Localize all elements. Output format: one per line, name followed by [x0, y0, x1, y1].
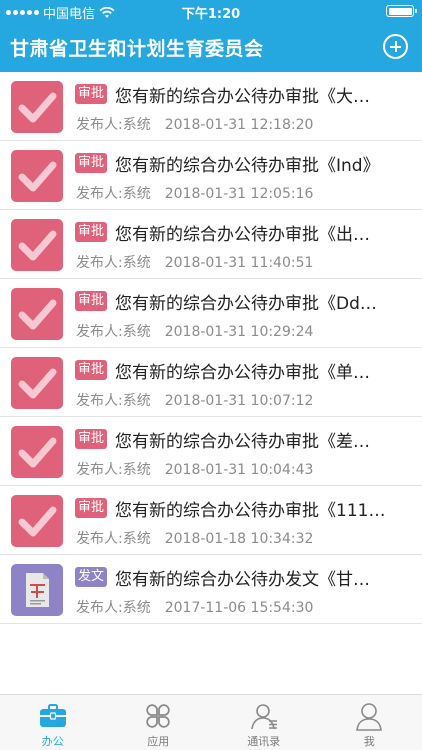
item-tag: 审批	[75, 429, 108, 449]
list-item[interactable]: 审批 您有新的综合办公待办审批《111… 发布人:系统 2018-01-18 10:3…	[0, 486, 422, 555]
approval-check-icon	[11, 81, 63, 133]
item-title: 您有新的综合办公待办审批《出…	[115, 225, 370, 245]
clock: 下午1:20	[181, 7, 241, 22]
list-item[interactable]: 审批 您有新的综合办公待办审批《大… 发布人:系统 2018-01-31 12:18:…	[0, 72, 422, 141]
battery-icon	[386, 5, 417, 17]
list-item[interactable]: 审批 您有新的综合办公待办审批《出… 发布人:系统 2018-01-31 11:40:…	[0, 210, 422, 279]
contacts-icon	[249, 701, 279, 731]
item-tag: 审批	[75, 153, 108, 173]
tab-contacts[interactable]: 通讯录	[211, 695, 317, 750]
apps-icon	[143, 701, 173, 731]
item-publisher: 发布人:系统	[76, 186, 151, 202]
item-title: 您有新的综合办公待办审批《单…	[115, 363, 370, 383]
item-title: 您有新的综合办公待办审批《大…	[115, 87, 370, 107]
list-item[interactable]: 发文 您有新的综合办公待办发文《甘… 发布人:系统 2017-11-06 15:54:…	[0, 555, 422, 624]
item-time: 2018-01-31 12:18:20	[164, 117, 314, 133]
list-item[interactable]: 审批 您有新的综合办公待办审批《Ind》发布人:系统 2018-01-31 12:0…	[0, 141, 422, 210]
item-tag: 审批	[75, 222, 108, 242]
approval-check-icon	[11, 357, 63, 409]
header: 甘肃省卫生和计划生育委员会	[0, 22, 422, 72]
item-tag: 发文	[75, 567, 108, 587]
item-meta: 发布人:系统 2018-01-31 11:40:51	[76, 252, 313, 272]
status-bar: 中国电信 下午1:20	[0, 0, 422, 22]
item-meta: 发布人:系统 2018-01-31 10:07:12	[76, 390, 313, 410]
document-icon	[11, 564, 63, 616]
item-publisher: 发布人:系统	[76, 600, 151, 616]
item-time: 2018-01-18 10:34:32	[164, 531, 314, 547]
tab-label: 我	[363, 735, 375, 748]
item-publisher: 发布人:系统	[76, 393, 151, 409]
approval-check-icon	[11, 288, 63, 340]
approval-check-icon	[11, 219, 63, 271]
message-list: 审批 您有新的综合办公待办审批《大… 发布人:系统 2018-01-31 12:18:…	[0, 72, 422, 624]
item-tag: 审批	[75, 498, 108, 518]
item-title: 您有新的综合办公待办发文《甘…	[115, 570, 370, 590]
tab-bar: 办公 应用 通讯录 我	[0, 694, 422, 750]
item-time: 2018-01-31 12:05:16	[164, 186, 314, 202]
item-publisher: 发布人:系统	[76, 255, 151, 271]
item-meta: 发布人:系统 2018-01-31 12:05:16	[76, 183, 313, 203]
item-time: 2018-01-31 10:04:43	[164, 462, 314, 478]
item-tag: 审批	[75, 291, 108, 311]
item-tag: 审批	[75, 84, 108, 104]
item-time: 2017-11-06 15:54:30	[164, 600, 314, 616]
item-meta: 发布人:系统 2018-01-18 10:34:32	[76, 528, 313, 548]
item-time: 2018-01-31 10:07:12	[164, 393, 314, 409]
item-publisher: 发布人:系统	[76, 117, 151, 133]
tab-person[interactable]: 我	[317, 695, 422, 750]
item-time: 2018-01-31 11:40:51	[164, 255, 314, 271]
item-tag: 审批	[75, 360, 108, 380]
item-title: 您有新的综合办公待办审批《111…	[115, 501, 386, 521]
item-publisher: 发布人:系统	[76, 531, 151, 547]
item-meta: 发布人:系统 2017-11-06 15:54:30	[76, 597, 313, 617]
list-item[interactable]: 审批 您有新的综合办公待办审批《单… 发布人:系统 2018-01-31 10:07:…	[0, 348, 422, 417]
approval-check-icon	[11, 426, 63, 478]
tab-label: 应用	[147, 735, 170, 748]
item-title: 您有新的综合办公待办审批《Dd…	[115, 294, 377, 314]
tab-apps[interactable]: 应用	[106, 695, 212, 750]
item-meta: 发布人:系统 2018-01-31 12:18:20	[76, 114, 313, 134]
item-publisher: 发布人:系统	[76, 462, 151, 478]
page-title: 甘肃省卫生和计划生育委员会	[10, 38, 264, 60]
briefcase-icon	[38, 701, 68, 731]
item-title: 您有新的综合办公待办审批《差…	[115, 432, 370, 452]
person-icon	[354, 701, 384, 731]
item-publisher: 发布人:系统	[76, 324, 151, 340]
list-item[interactable]: 审批 您有新的综合办公待办审批《差… 发布人:系统 2018-01-31 10:04:…	[0, 417, 422, 486]
list-item[interactable]: 审批 您有新的综合办公待办审批《Dd… 发布人:系统 2018-01-31 10:29…	[0, 279, 422, 348]
approval-check-icon	[11, 150, 63, 202]
item-time: 2018-01-31 10:29:24	[164, 324, 314, 340]
tab-label: 通讯录	[247, 735, 281, 748]
tab-briefcase[interactable]: 办公	[0, 695, 106, 750]
item-meta: 发布人:系统 2018-01-31 10:04:43	[76, 459, 313, 479]
item-title: 您有新的综合办公待办审批《Ind》	[115, 156, 380, 176]
tab-label: 办公	[41, 735, 64, 748]
item-meta: 发布人:系统 2018-01-31 10:29:24	[76, 321, 313, 341]
plus-circle-icon[interactable]	[383, 34, 408, 59]
approval-check-icon	[11, 495, 63, 547]
